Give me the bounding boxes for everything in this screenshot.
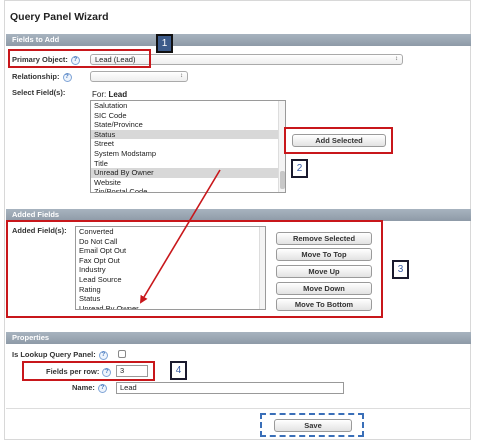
arrow-line <box>139 169 221 304</box>
annotation-arrow <box>139 169 221 304</box>
